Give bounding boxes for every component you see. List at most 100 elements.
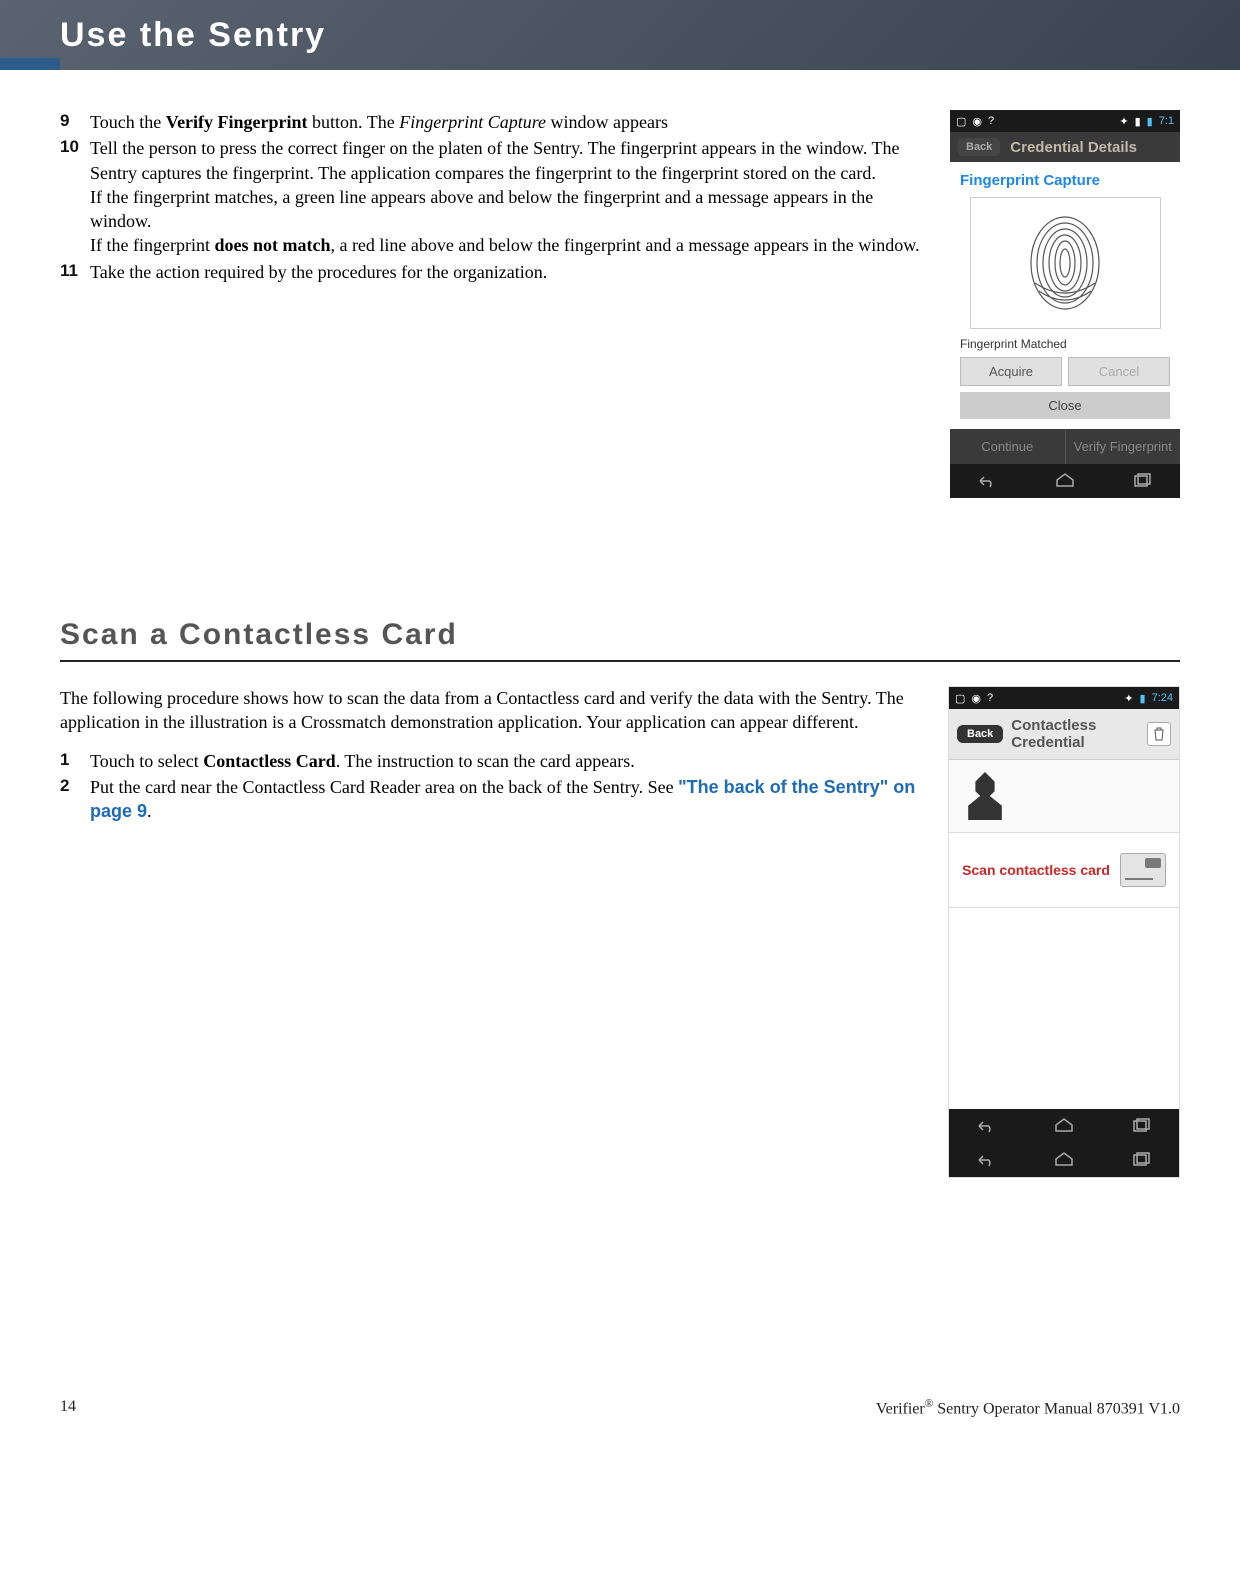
text: Put the card near the Contactless Card R… bbox=[90, 777, 678, 797]
back-icon[interactable] bbox=[975, 1151, 999, 1169]
text: Sentry Operator Manual 870391 V1.0 bbox=[933, 1400, 1180, 1417]
status-left: ▢ ◉ ? bbox=[955, 692, 993, 705]
contactless-credential-screenshot: ▢ ◉ ? ✦ ▮ 7:24 Back Contactless Credenti… bbox=[948, 686, 1180, 1178]
scan-instruction: Scan contactless card bbox=[949, 833, 1179, 908]
document-title: Verifier® Sentry Operator Manual 870391 … bbox=[876, 1398, 1180, 1418]
android-nav-bar-stacked bbox=[949, 1109, 1179, 1177]
android-nav-bar bbox=[949, 1109, 1179, 1143]
signal-icon: ▮ bbox=[1135, 115, 1141, 128]
text: . The instruction to scan the card appea… bbox=[336, 751, 635, 771]
bold-text: Contactless Card bbox=[203, 751, 336, 771]
delete-icon[interactable] bbox=[1147, 722, 1171, 746]
text: Tell the person to press the correct fin… bbox=[90, 138, 900, 182]
status-right: ✦ ▮ ▮ 7:1 bbox=[1119, 115, 1174, 128]
verify-fingerprint-button[interactable]: Verify Fingerprint bbox=[1066, 429, 1181, 464]
upper-steps-block: 9 Touch the Verify Fingerprint button. T… bbox=[60, 110, 1180, 498]
cancel-button[interactable]: Cancel bbox=[1068, 357, 1170, 386]
continue-button[interactable]: Continue bbox=[950, 429, 1066, 464]
recent-apps-icon[interactable] bbox=[1129, 1117, 1153, 1135]
text: , a red line above and below the fingerp… bbox=[330, 235, 919, 255]
instruction-text: Scan contactless card bbox=[962, 862, 1110, 878]
step-body: Touch the Verify Fingerprint button. The… bbox=[90, 110, 930, 134]
step-2: 2 Put the card near the Contactless Card… bbox=[60, 775, 928, 824]
text: Touch the bbox=[90, 112, 166, 132]
step-number: 11 bbox=[60, 260, 90, 284]
upper-steps-text: 9 Touch the Verify Fingerprint button. T… bbox=[60, 110, 930, 498]
person-row bbox=[949, 760, 1179, 833]
button-row: Acquire Cancel bbox=[960, 357, 1170, 386]
back-icon[interactable] bbox=[975, 1117, 999, 1135]
back-icon[interactable] bbox=[976, 472, 1000, 490]
step-11: 11 Take the action required by the proce… bbox=[60, 260, 930, 284]
recent-apps-icon[interactable] bbox=[1129, 1151, 1153, 1169]
step-body: Put the card near the Contactless Card R… bbox=[90, 775, 928, 824]
page-content: 9 Touch the Verify Fingerprint button. T… bbox=[0, 70, 1240, 1198]
text: Verifier bbox=[876, 1400, 925, 1417]
android-nav-bar bbox=[949, 1143, 1179, 1177]
home-icon[interactable] bbox=[1052, 1117, 1076, 1135]
clock: 7:1 bbox=[1159, 115, 1174, 127]
gallery-icon: ▢ bbox=[956, 115, 966, 128]
italic-text: Fingerprint Capture bbox=[399, 112, 546, 132]
step-1: 1 Touch to select Contactless Card. The … bbox=[60, 749, 928, 773]
help-icon: ? bbox=[987, 692, 993, 704]
section-rule bbox=[60, 660, 1180, 662]
lower-steps-text: The following procedure shows how to sca… bbox=[60, 686, 928, 1178]
empty-area bbox=[949, 908, 1179, 1109]
back-button[interactable]: Back bbox=[958, 138, 1000, 156]
home-icon[interactable] bbox=[1052, 1151, 1076, 1169]
home-icon[interactable] bbox=[1053, 472, 1077, 490]
fingerprint-capture-panel: Fingerprint Capture bbox=[950, 162, 1180, 429]
registered-mark: ® bbox=[925, 1398, 934, 1410]
back-button[interactable]: Back bbox=[957, 725, 1003, 743]
status-left: ▢ ◉ ? bbox=[956, 115, 994, 128]
gallery-icon: ▢ bbox=[955, 692, 965, 705]
contactless-card-icon bbox=[1120, 853, 1166, 887]
status-right: ✦ ▮ 7:24 bbox=[1124, 692, 1173, 705]
step-number: 10 bbox=[60, 136, 90, 257]
screen-title: Contactless Credential bbox=[1011, 717, 1139, 751]
battery-icon: ▮ bbox=[1147, 115, 1153, 128]
step-body: Tell the person to press the correct fin… bbox=[90, 136, 930, 257]
bottom-actions: Continue Verify Fingerprint bbox=[950, 429, 1180, 464]
text: window appears bbox=[546, 112, 668, 132]
text: If the fingerprint matches, a green line… bbox=[90, 187, 873, 231]
clock: 7:24 bbox=[1152, 692, 1173, 704]
android-nav-bar bbox=[950, 464, 1180, 498]
status-bar: ▢ ◉ ? ✦ ▮ 7:24 bbox=[949, 687, 1179, 709]
section-intro: The following procedure shows how to sca… bbox=[60, 686, 928, 735]
lower-steps-block: The following procedure shows how to sca… bbox=[60, 686, 1180, 1178]
wifi-icon: ✦ bbox=[1119, 115, 1128, 128]
step-body: Touch to select Contactless Card. The in… bbox=[90, 749, 928, 773]
titlebar: Back Contactless Credential bbox=[949, 709, 1179, 760]
step-body: Take the action required by the procedur… bbox=[90, 260, 930, 284]
text: . bbox=[147, 801, 152, 821]
sync-icon: ◉ bbox=[972, 115, 982, 128]
section-heading: Scan a Contactless Card bbox=[60, 618, 1180, 652]
text: If the fingerprint bbox=[90, 235, 214, 255]
step-number: 1 bbox=[60, 749, 90, 773]
sync-icon: ◉ bbox=[971, 692, 981, 705]
text: button. The bbox=[308, 112, 400, 132]
step-number: 9 bbox=[60, 110, 90, 134]
person-silhouette-icon bbox=[961, 772, 1009, 820]
text: Touch to select bbox=[90, 751, 203, 771]
help-icon: ? bbox=[988, 115, 994, 127]
header-accent bbox=[0, 58, 60, 70]
header-title: Use the Sentry bbox=[60, 16, 326, 55]
status-bar: ▢ ◉ ? ✦ ▮ ▮ 7:1 bbox=[950, 110, 1180, 132]
step-number: 2 bbox=[60, 775, 90, 824]
titlebar: Back Credential Details bbox=[950, 132, 1180, 162]
panel-title: Fingerprint Capture bbox=[960, 172, 1170, 189]
recent-apps-icon[interactable] bbox=[1130, 472, 1154, 490]
page-number: 14 bbox=[60, 1398, 76, 1418]
step-10: 10 Tell the person to press the correct … bbox=[60, 136, 930, 257]
page-footer: 14 Verifier® Sentry Operator Manual 8703… bbox=[0, 1198, 1240, 1448]
wifi-icon: ✦ bbox=[1124, 692, 1133, 705]
fingerprint-image-box bbox=[970, 197, 1161, 329]
match-status: Fingerprint Matched bbox=[960, 337, 1170, 351]
page-header: Use the Sentry bbox=[0, 0, 1240, 70]
acquire-button[interactable]: Acquire bbox=[960, 357, 1062, 386]
fingerprint-icon bbox=[1025, 213, 1105, 313]
close-button[interactable]: Close bbox=[960, 392, 1170, 419]
